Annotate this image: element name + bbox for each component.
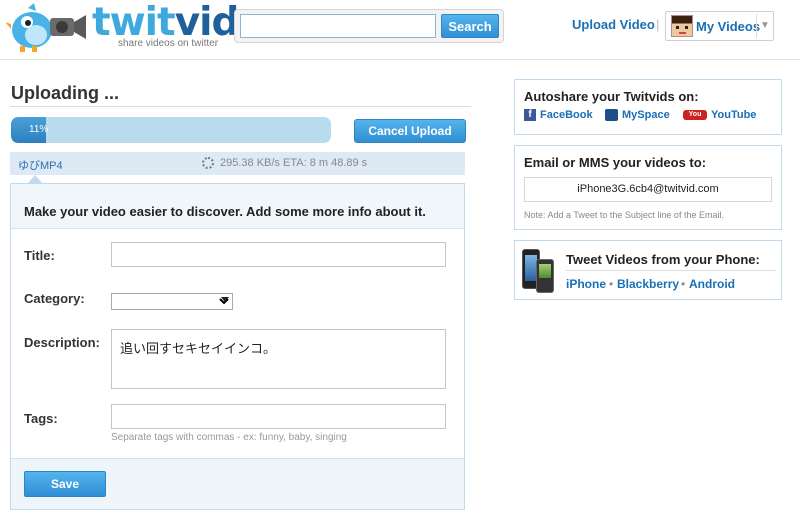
myspace-icon [605, 109, 618, 122]
description-textarea[interactable]: 追い回すセキセイインコ。 [111, 329, 446, 389]
my-videos-label: My Videos [696, 19, 761, 34]
facebook-label: FaceBook [540, 109, 593, 121]
youtube-icon: You [683, 110, 707, 121]
progress-percent: 11% [29, 124, 49, 135]
form-header: Make your video easier to discover. Add … [11, 184, 464, 229]
autoshare-title: Autoshare your Twitvids on: [524, 89, 699, 104]
category-select[interactable] [111, 293, 233, 310]
search-box: Search [234, 9, 504, 43]
tags-hint: Separate tags with commas - ex: funny, b… [111, 432, 347, 443]
phone-box: Tweet Videos from your Phone: iPhone • B… [514, 240, 782, 300]
avatar [671, 15, 693, 37]
save-button[interactable]: Save [24, 471, 106, 497]
form-heading: Make your video easier to discover. Add … [24, 204, 426, 219]
tags-input[interactable] [111, 404, 446, 429]
phone-title: Tweet Videos from your Phone: [566, 252, 760, 267]
site-header: twitvid share videos on twitter Search U… [0, 0, 800, 60]
upload-progress-bar: 11% [11, 117, 331, 143]
chevron-down-icon [221, 297, 229, 302]
blackberry-link[interactable]: Blackberry [617, 277, 679, 291]
email-title: Email or MMS your videos to: [524, 155, 707, 170]
blackberry-graphic [536, 259, 554, 293]
email-mms-box: Email or MMS your videos to: iPhone3G.6c… [514, 145, 782, 230]
iphone-link[interactable]: iPhone [566, 277, 606, 291]
title-input[interactable] [111, 242, 446, 267]
youtube-label: YouTube [711, 109, 757, 121]
category-label: Category: [24, 291, 85, 306]
page-title: Uploading ... [11, 83, 119, 103]
logo-tagline: share videos on twitter [118, 38, 219, 49]
myspace-label: MySpace [622, 109, 670, 121]
upload-speed: 295.38 KB/s [220, 157, 280, 169]
bird-camera-icon [6, 3, 86, 52]
tags-label: Tags: [24, 411, 58, 426]
facebook-icon: f [524, 109, 536, 122]
my-videos-menu[interactable]: My Videos ▼ [665, 11, 774, 41]
autoshare-box: Autoshare your Twitvids on: f FaceBook My… [514, 79, 782, 135]
description-label: Description: [24, 335, 100, 350]
phone-icon [522, 249, 554, 293]
myspace-link[interactable]: MySpace [605, 109, 670, 122]
email-note: Note: Add a Tweet to the Subject line of… [524, 210, 724, 220]
facebook-link[interactable]: f FaceBook [524, 109, 593, 122]
upload-video-link[interactable]: Upload Video [572, 17, 655, 32]
search-button[interactable]: Search [441, 14, 499, 38]
pointer-arrow-icon [28, 175, 42, 183]
video-info-form: Make your video easier to discover. Add … [10, 183, 465, 510]
search-input[interactable] [240, 14, 436, 38]
spinner-icon [202, 157, 214, 169]
title-divider [10, 106, 471, 107]
email-address-field[interactable]: iPhone3G.6cb4@twitvid.com [524, 177, 772, 202]
file-status-bar: ゆびMP4 295.38 KB/s ETA: 8 m 48.89 s [10, 152, 465, 175]
upload-eta: ETA: 8 m 48.89 s [283, 157, 368, 169]
phone-divider [566, 270, 776, 271]
file-name: ゆびMP4 [18, 160, 63, 172]
android-link[interactable]: Android [689, 277, 735, 291]
phone-dot: • [609, 277, 614, 291]
cancel-upload-button[interactable]: Cancel Upload [354, 119, 466, 143]
nav-separator: | [656, 17, 660, 32]
chevron-down-icon[interactable]: ▼ [756, 14, 773, 38]
youtube-link[interactable]: You YouTube [683, 109, 756, 121]
phone-dot: • [681, 277, 686, 291]
save-bar: Save [11, 458, 464, 509]
title-label: Title: [24, 248, 55, 263]
